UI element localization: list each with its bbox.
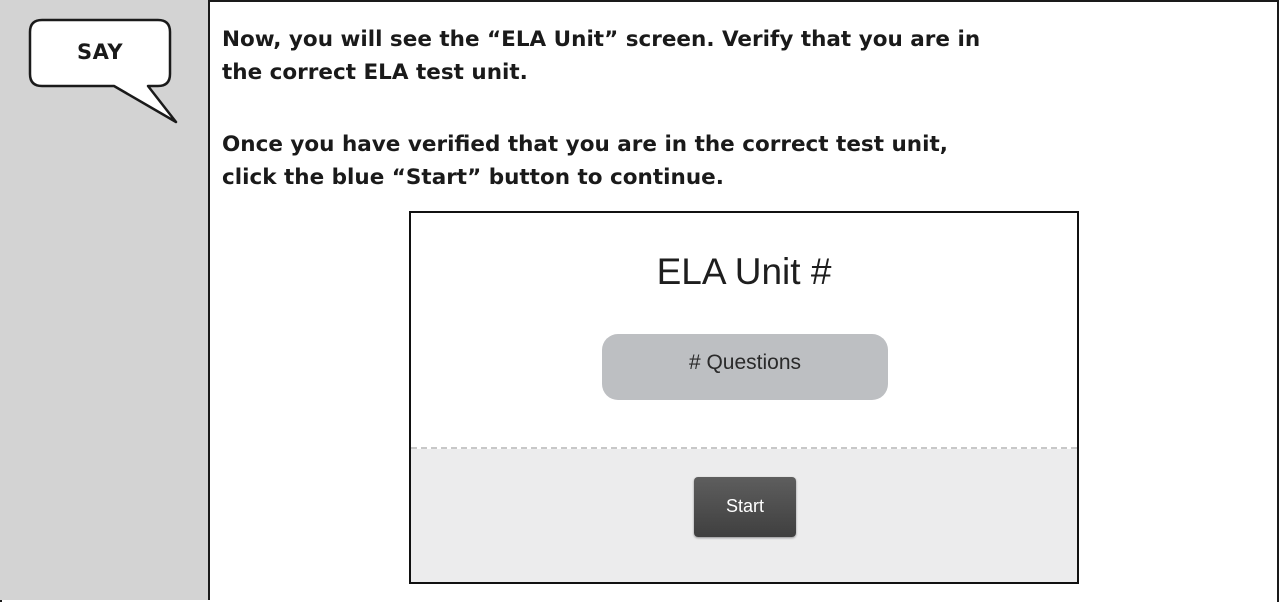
instruction-paragraph-1: Now, you will see the “ELA Unit” screen.… xyxy=(222,27,981,85)
questions-count-badge: # Questions xyxy=(602,334,888,400)
instruction-paragraph-2: Once you have verified that you are in t… xyxy=(222,132,948,190)
unit-title: ELA Unit # xyxy=(656,251,832,292)
speech-bubble-icon: SAY xyxy=(28,18,178,130)
say-label: SAY xyxy=(76,40,124,64)
unit-footer-area: Start xyxy=(411,449,1077,582)
start-button[interactable]: Start xyxy=(694,477,796,537)
speech-bubble-shape xyxy=(28,18,178,124)
say-column: SAY xyxy=(0,0,208,600)
column-divider xyxy=(208,0,210,600)
ela-unit-screen-image: ELA Unit # # Questions Start xyxy=(409,211,1079,584)
unit-header-area: ELA Unit # # Questions xyxy=(411,213,1077,448)
